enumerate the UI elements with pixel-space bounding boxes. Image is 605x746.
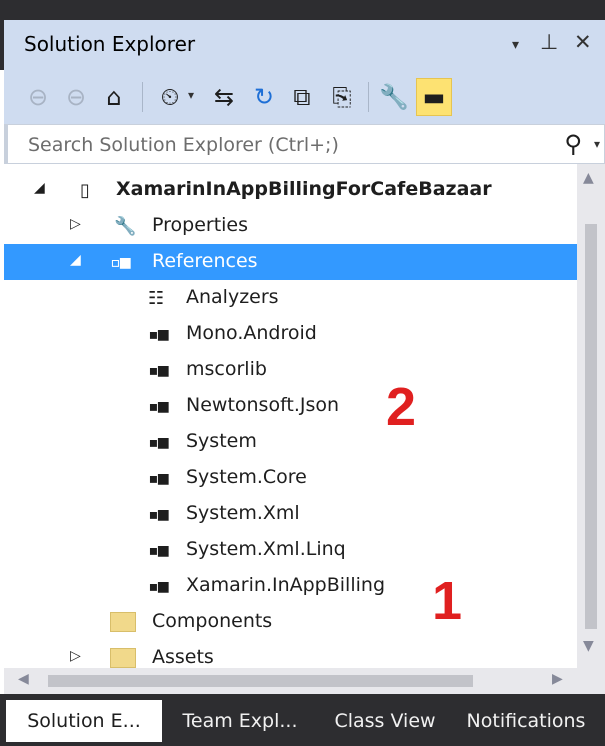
tree-item-reference[interactable]: ▪■ System (4, 424, 577, 460)
tab-notifications[interactable]: Notifications (454, 700, 598, 742)
search-box[interactable]: Search Solution Explorer (Ctrl+;) ⚲ ▾ (4, 124, 605, 164)
pending-changes-filter-icon[interactable]: ⏲ (154, 78, 186, 116)
window-top-border (0, 0, 605, 20)
tree-item-label: References (152, 250, 258, 272)
wrench-icon: 🔧 (114, 215, 137, 237)
home-icon[interactable]: ⌂ (98, 78, 130, 116)
analyzers-icon: ☷ (148, 287, 165, 309)
search-icon[interactable]: ⚲ (564, 130, 582, 158)
tree-item-label: XamarinInAppBillingForCafeBazaar (116, 178, 492, 200)
tree-item-references[interactable]: ◢ ▫■ References (4, 244, 577, 280)
tab-team-explorer[interactable]: Team Expl... (172, 700, 308, 742)
pin-icon[interactable]: ⊥ (540, 30, 558, 54)
tree-item-label: Analyzers (186, 286, 279, 308)
tree-item-reference[interactable]: ▪■ Newtonsoft.Json (4, 388, 577, 424)
properties-wrench-icon[interactable]: 🔧 (378, 78, 410, 116)
show-all-files-icon[interactable]: ⎘ (326, 78, 358, 116)
tree-item-reference[interactable]: ▪■ Xamarin.InAppBilling (4, 568, 577, 604)
vertical-scroll-thumb[interactable] (585, 224, 597, 629)
tree-item-label: System.Core (186, 466, 307, 488)
folder-icon (110, 610, 136, 634)
chevron-down-icon[interactable]: ▾ (594, 137, 600, 151)
reference-icon: ▪■ (148, 503, 169, 525)
tree-item-label: System.Xml (186, 502, 300, 524)
reference-icon: ▪■ (148, 359, 169, 381)
reference-icon: ▪■ (148, 467, 169, 489)
window-position-dropdown-icon[interactable]: ▾ (512, 37, 519, 53)
close-icon[interactable]: ✕ (574, 30, 592, 54)
solution-tree: ◢ ▯ XamarinInAppBillingForCafeBazaar ▷ 🔧… (4, 164, 577, 668)
tree-item-label: Properties (152, 214, 249, 236)
android-project-icon: ▯ (80, 179, 90, 201)
tree-item-label: Assets (152, 646, 214, 668)
chevron-down-icon[interactable]: ▾ (188, 88, 194, 102)
sync-with-active-document-icon[interactable]: ⇆ (208, 78, 240, 116)
vertical-scrollbar[interactable]: ▲ ▼ (577, 164, 605, 668)
scroll-down-icon[interactable]: ▼ (583, 638, 594, 654)
collapsed-arrow-icon[interactable]: ▷ (70, 216, 81, 232)
scroll-up-icon[interactable]: ▲ (583, 170, 594, 186)
annotation-number-1: 1 (432, 571, 463, 631)
reference-icon: ▪■ (148, 431, 169, 453)
tree-item-assets[interactable]: ▷ Assets (4, 640, 577, 668)
annotation-number-2: 2 (386, 377, 417, 437)
scroll-right-icon[interactable]: ▶ (552, 671, 563, 687)
scrollbar-corner (577, 668, 605, 694)
folder-icon (110, 646, 136, 668)
tab-solution-explorer[interactable]: Solution E... (6, 700, 162, 742)
tree-item-label: Components (152, 610, 273, 632)
reference-icon: ▪■ (148, 575, 169, 597)
scroll-left-icon[interactable]: ◀ (18, 671, 29, 687)
tree-item-project[interactable]: ◢ ▯ XamarinInAppBillingForCafeBazaar (4, 172, 577, 208)
toolbar-separator (368, 82, 369, 112)
expanded-arrow-icon[interactable]: ◢ (70, 252, 81, 268)
collapsed-arrow-icon[interactable]: ▷ (70, 648, 81, 664)
tree-item-reference[interactable]: ▪■ System.Core (4, 460, 577, 496)
toolbar-separator (142, 82, 143, 112)
tool-window-tabs: Solution E... Team Expl... Class View No… (0, 694, 605, 746)
tree-item-properties[interactable]: ▷ 🔧 Properties (4, 208, 577, 244)
tree-item-analyzers[interactable]: ☷ Analyzers (4, 280, 577, 316)
tree-item-label: Xamarin.InAppBilling (186, 574, 385, 596)
reference-icon: ▪■ (148, 323, 169, 345)
tree-item-label: System (186, 430, 257, 452)
tree-item-label: Mono.Android (186, 322, 317, 344)
forward-icon[interactable]: ⊖ (60, 78, 92, 116)
tree-item-label: Newtonsoft.Json (186, 394, 340, 416)
back-icon[interactable]: ⊖ (22, 78, 54, 116)
tree-item-label: System.Xml.Linq (186, 538, 346, 560)
reference-icon: ▪■ (148, 395, 169, 417)
tab-class-view[interactable]: Class View (326, 700, 444, 742)
tree-item-reference[interactable]: ▪■ System.Xml (4, 496, 577, 532)
tree-item-components[interactable]: Components (4, 604, 577, 640)
search-input[interactable]: Search Solution Explorer (Ctrl+;) (28, 134, 339, 156)
expanded-arrow-icon[interactable]: ◢ (34, 180, 45, 196)
tree-item-reference[interactable]: ▪■ System.Xml.Linq (4, 532, 577, 568)
preview-selected-items-icon[interactable]: ▬ (416, 78, 452, 116)
toolbar: ⊖ ⊖ ⌂ ⏲ ▾ ⇆ ↻ ⧉ ⎘ 🔧 ▬ (4, 70, 605, 124)
horizontal-scroll-thumb[interactable] (48, 675, 473, 687)
references-icon: ▫■ (110, 251, 131, 273)
collapse-all-icon[interactable]: ⧉ (286, 78, 318, 116)
tree-item-reference[interactable]: ▪■ mscorlib (4, 352, 577, 388)
horizontal-scrollbar[interactable]: ◀ ▶ (4, 668, 605, 694)
tree-item-label: mscorlib (186, 358, 267, 380)
panel-title-bar: Solution Explorer ▾ ⊥ ✕ (0, 20, 605, 70)
tree-item-reference[interactable]: ▪■ Mono.Android (4, 316, 577, 352)
panel-title: Solution Explorer (24, 32, 196, 56)
refresh-icon[interactable]: ↻ (248, 78, 280, 116)
reference-icon: ▪■ (148, 539, 169, 561)
